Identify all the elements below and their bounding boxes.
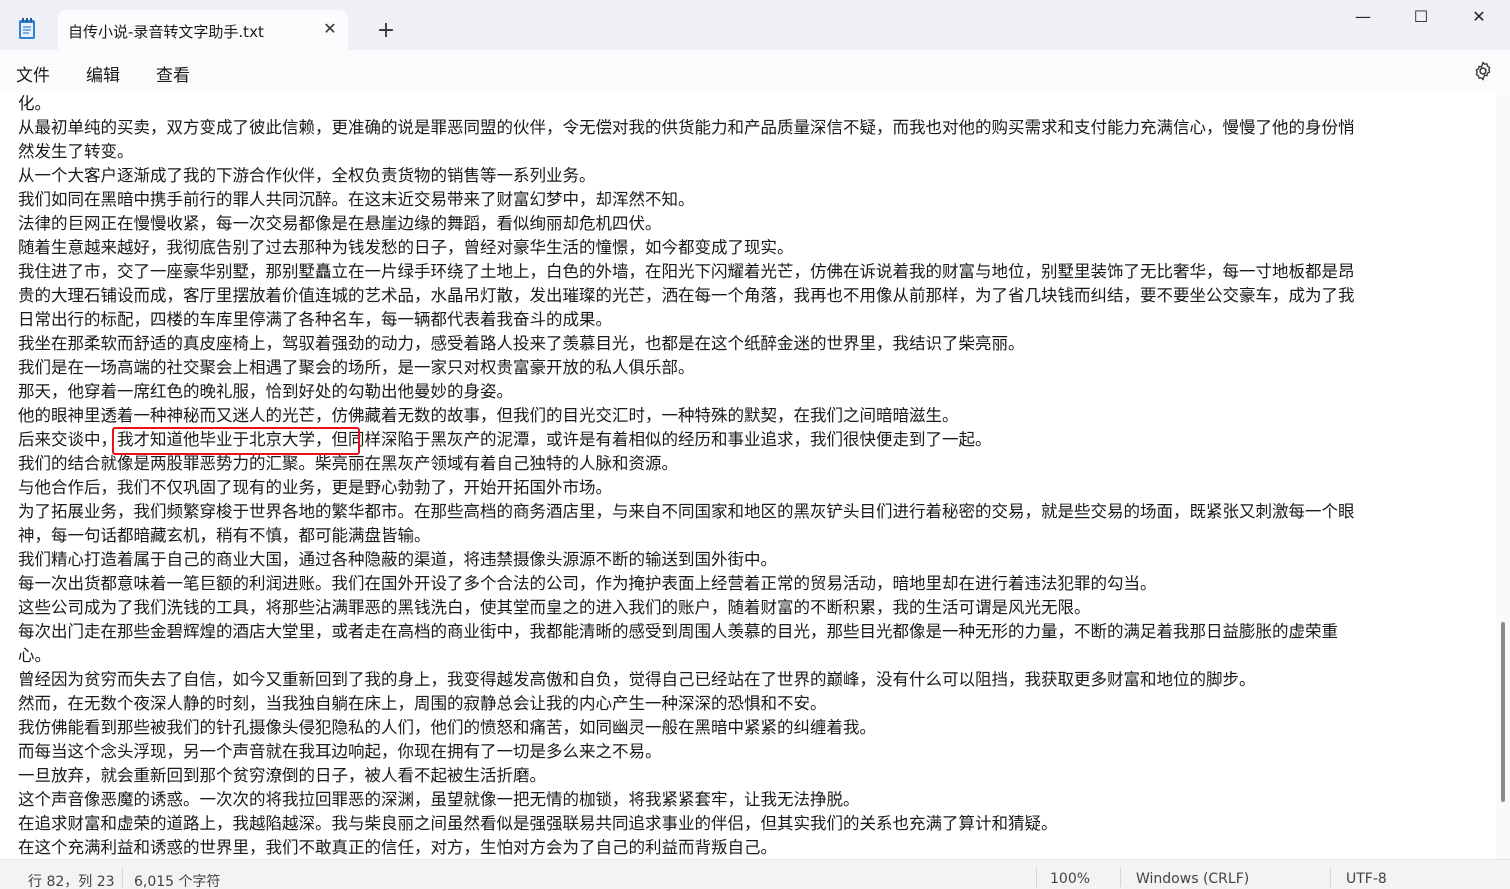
line-ending[interactable]: Windows (CRLF) bbox=[1136, 871, 1249, 887]
text-content[interactable]: 化。 从最初单纯的买卖，双方变成了彼此信赖，更准确的说是罪恶同盟的伙伴，令无偿对我… bbox=[18, 92, 1484, 859]
text-line[interactable]: 那天，他穿着一席红色的晚礼服，恰到好处的勾勒出他曼妙的身姿。 bbox=[18, 380, 1484, 404]
menu-edit[interactable]: 编辑 bbox=[86, 61, 120, 86]
text-line[interactable]: 一旦放弃，就会重新回到那个贫穷潦倒的日子，被人看不起被生活折磨。 bbox=[18, 764, 1484, 788]
text-editor[interactable]: 化。 从最初单纯的买卖，双方变成了彼此信赖，更准确的说是罪恶同盟的伙伴，令无偿对我… bbox=[0, 92, 1496, 859]
encoding[interactable]: UTF-8 bbox=[1346, 871, 1387, 887]
status-bar: 行 82，列 23 6,015 个字符 100% Windows (CRLF) … bbox=[0, 859, 1510, 889]
text-line[interactable]: 然发生了转变。 bbox=[18, 140, 1484, 164]
text-line[interactable]: 化。 bbox=[18, 92, 1484, 116]
text-line[interactable]: 法律的巨网正在慢慢收紧，每一次交易都像是在悬崖边缘的舞蹈，看似绚丽却危机四伏。 bbox=[18, 212, 1484, 236]
text-line[interactable]: 我仿佛能看到那些被我们的针孔摄像头侵犯隐私的人们，他们的愤怒和痛苦，如同幽灵一般… bbox=[18, 716, 1484, 740]
text-line[interactable]: 每次出门走在那些金碧辉煌的酒店大堂里，或者走在高档的商业街中，我都能清晰的感受到… bbox=[18, 620, 1484, 644]
status-divider bbox=[122, 867, 123, 887]
text-line[interactable]: 他的眼神里透着一种神秘而又迷人的光芒，仿佛藏着无数的故事，但我们的目光交汇时，一… bbox=[18, 404, 1484, 428]
zoom-level[interactable]: 100% bbox=[1050, 871, 1090, 887]
text-line[interactable]: 日常出行的标配，四楼的车库里停满了各种名车，每一辆都代表着我奋斗的成果。 bbox=[18, 308, 1484, 332]
text-line[interactable]: 曾经因为贫穷而失去了自信，如今又重新回到了我的身上，我变得越发高傲和自负，觉得自… bbox=[18, 668, 1484, 692]
menu-file[interactable]: 文件 bbox=[16, 61, 50, 86]
text-line[interactable]: 我住进了市，交了一座豪华别墅，那别墅矗立在一片绿手环绕了土地上，白色的外墙，在阳… bbox=[18, 260, 1484, 284]
notepad-icon bbox=[19, 18, 35, 39]
text-line[interactable]: 随着生意越来越好，我彻底告别了过去那种为钱发愁的日子，曾经对豪华生活的憧憬，如今… bbox=[18, 236, 1484, 260]
menu-bar: 文件 编辑 查看 bbox=[0, 50, 1510, 92]
text-line[interactable]: 我们是在一场高端的社交聚会上相遇了聚会的场所，是一家只对权贵富豪开放的私人俱乐部… bbox=[18, 356, 1484, 380]
text-line[interactable]: 为了拓展业务，我们频繁穿梭于世界各地的繁华都市。在那些高档的商务酒店里，与来自不… bbox=[18, 500, 1484, 524]
text-line[interactable]: 而每当这个念头浮现，另一个声音就在我耳边响起，你现在拥有了一切是多么来之不易。 bbox=[18, 740, 1484, 764]
text-line[interactable]: 从最初单纯的买卖，双方变成了彼此信赖，更准确的说是罪恶同盟的伙伴，令无偿对我的供… bbox=[18, 116, 1484, 140]
tab-close-icon[interactable]: ✕ bbox=[320, 19, 340, 39]
tab-title: 自传小说-录音转文字助手.txt bbox=[68, 23, 264, 41]
text-line[interactable]: 神，每一句话都暗藏玄机，稍有不慎，都可能满盘皆输。 bbox=[18, 524, 1484, 548]
title-bar: 自传小说-录音转文字助手.txt ✕ + — ☐ ✕ bbox=[0, 0, 1510, 50]
text-line[interactable]: 与他合作后，我们不仅巩固了现有的业务，更是野心勃勃了，开始开拓国外市场。 bbox=[18, 476, 1484, 500]
annotation-highlight-box bbox=[112, 427, 360, 455]
text-line[interactable]: 贵的大理石铺设而成，客厅里摆放着价值连城的艺术品，水晶吊灯散，发出璀璨的光芒，洒… bbox=[18, 284, 1484, 308]
text-line[interactable]: 我坐在那柔软而舒适的真皮座椅上，驾驭着强劲的动力，感受着路人投来了羡慕目光，也都… bbox=[18, 332, 1484, 356]
text-line[interactable]: 在这个充满利益和诱惑的世界里，我们不敢真正的信任，对方，生怕对方会为了自己的利益… bbox=[18, 836, 1484, 859]
vertical-scrollbar[interactable] bbox=[1496, 92, 1510, 859]
text-line[interactable]: 在追求财富和虚荣的道路上，我越陷越深。我与柴良丽之间虽然看似是强强联易共同追求事… bbox=[18, 812, 1484, 836]
status-divider bbox=[1036, 867, 1037, 887]
minimize-button[interactable]: — bbox=[1340, 2, 1386, 34]
close-button[interactable]: ✕ bbox=[1456, 2, 1502, 34]
maximize-button[interactable]: ☐ bbox=[1398, 2, 1444, 34]
text-line[interactable]: 这个声音像恶魔的诱惑。一次次的将我拉回罪恶的深渊，虽望就像一把无情的枷锁，将我紧… bbox=[18, 788, 1484, 812]
text-line[interactable]: 然而，在无数个夜深人静的时刻，当我独自躺在床上，周围的寂静总会让我的内心产生一种… bbox=[18, 692, 1484, 716]
text-line[interactable]: 这些公司成为了我们洗钱的工具，将那些沾满罪恶的黑钱洗白，使其堂而皇之的进入我们的… bbox=[18, 596, 1484, 620]
char-count: 6,015 个字符 bbox=[134, 874, 221, 889]
text-line[interactable]: 我们的结合就像是两股罪恶势力的汇聚。柴亮丽在黑灰产领域有着自己独特的人脉和资源。 bbox=[18, 452, 1484, 476]
text-line[interactable]: 我们如同在黑暗中携手前行的罪人共同沉醉。在这末近交易带来了财富幻梦中，却浑然不知… bbox=[18, 188, 1484, 212]
text-line[interactable]: 心。 bbox=[18, 644, 1484, 668]
status-divider bbox=[1330, 867, 1331, 887]
scrollbar-thumb[interactable] bbox=[1501, 622, 1505, 802]
tab-file[interactable]: 自传小说-录音转文字助手.txt ✕ bbox=[58, 10, 348, 50]
text-line[interactable]: 我们精心打造着属于自己的商业大国，通过各种隐蔽的渠道，将违禁摄像头源源不断的输送… bbox=[18, 548, 1484, 572]
text-line[interactable]: 从一个大客户逐渐成了我的下游合作伙伴，全权负责货物的销售等一系列业务。 bbox=[18, 164, 1484, 188]
status-divider bbox=[1120, 867, 1121, 887]
cursor-position[interactable]: 行 82，列 23 bbox=[28, 871, 115, 889]
menu-view[interactable]: 查看 bbox=[156, 61, 190, 86]
gear-icon[interactable] bbox=[1472, 60, 1494, 82]
text-line[interactable]: 每一次出货都意味着一笔巨额的利润进账。我们在国外开设了多个合法的公司，作为掩护表… bbox=[18, 572, 1484, 596]
new-tab-button[interactable]: + bbox=[372, 18, 400, 46]
